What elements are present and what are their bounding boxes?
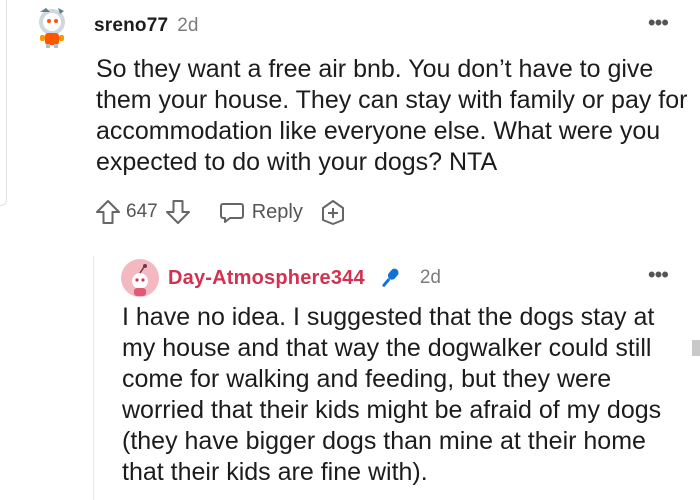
comment-age: 2d (177, 15, 199, 36)
vote-count: 647 (126, 201, 158, 222)
reply-comment: Day-Atmosphere344 2d ••• I have no idea.… (100, 256, 680, 488)
scrollbar-thumb[interactable] (692, 340, 700, 356)
microphone-icon (382, 268, 399, 287)
speech-bubble-icon (219, 203, 244, 223)
username[interactable]: sreno77 (94, 15, 168, 37)
more-options-icon[interactable]: ••• (648, 264, 669, 286)
comment-body: So they want a free air bnb. You don’t h… (96, 55, 688, 176)
reply-thread-line[interactable] (93, 256, 94, 500)
comment-thread: sreno77 2d ••• So they want a free air b… (0, 0, 700, 500)
comment-body: I have no idea. I suggested that the dog… (122, 303, 662, 486)
avatar[interactable] (30, 2, 78, 50)
comment-age: 2d (419, 267, 441, 288)
plus-circle-icon[interactable] (319, 198, 347, 226)
reply-button[interactable]: Reply (218, 198, 303, 226)
comment: sreno77 2d ••• So they want a free air b… (30, 4, 687, 178)
comment-header: Day-Atmosphere344 2d ••• (100, 256, 680, 300)
reply-label: Reply (251, 200, 303, 223)
arrow-up-icon[interactable] (94, 198, 122, 226)
more-options-icon[interactable]: ••• (648, 12, 669, 34)
comment-actions: 647 Reply (94, 196, 347, 228)
username[interactable]: Day-Atmosphere344 (168, 267, 365, 290)
avatar[interactable] (120, 258, 160, 298)
thread-line[interactable] (0, 0, 7, 206)
arrow-down-icon[interactable] (164, 198, 192, 226)
comment-header: sreno77 2d ••• (30, 4, 680, 48)
